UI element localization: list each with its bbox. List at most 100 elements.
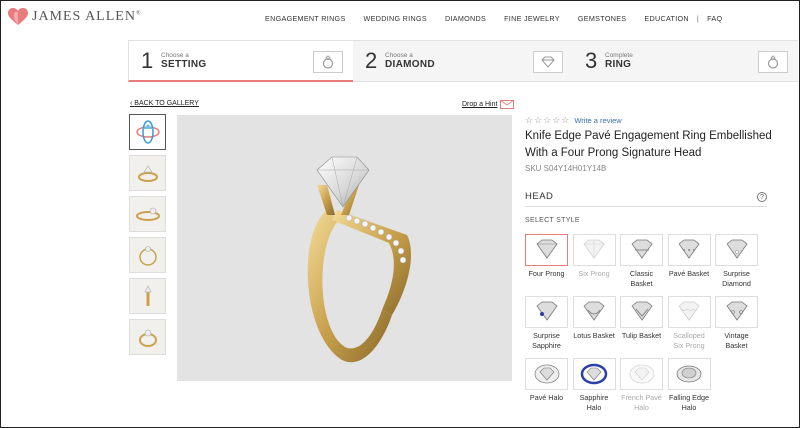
- step-main-label: SETTING: [161, 58, 207, 70]
- step-main-label: RING: [605, 59, 632, 70]
- head-section-title: HEAD: [525, 191, 554, 202]
- help-icon[interactable]: ?: [757, 192, 767, 202]
- head-option-pave-halo[interactable]: Pavé Halo: [525, 358, 568, 420]
- pave-halo-head-icon: [534, 364, 559, 384]
- option-label: Lotus Basket: [573, 331, 615, 340]
- surprise-diamond-head-icon: [725, 239, 748, 259]
- product-main-image[interactable]: [177, 115, 512, 381]
- head-option-falling-edge-halo[interactable]: Falling Edge Halo: [667, 358, 711, 420]
- back-to-gallery-label: BACK TO GALLERY: [134, 100, 199, 107]
- tulip-basket-head-icon: [630, 301, 653, 321]
- head-option-pave-basket[interactable]: Pavé Basket: [667, 234, 711, 296]
- option-label: Surprise Sapphire: [532, 331, 561, 350]
- scalloped-six-prong-head-icon: [678, 301, 700, 321]
- nav-wedding-rings[interactable]: WEDDING RINGS: [364, 14, 427, 23]
- option-label: Falling Edge Halo: [669, 393, 709, 412]
- falling-edge-halo-head-icon: [676, 365, 702, 383]
- heart-logo-icon: [8, 8, 28, 25]
- sapphire-halo-head-icon: [580, 363, 608, 385]
- step-number: 3: [585, 48, 598, 73]
- option-label: Surprise Diamond: [722, 269, 751, 288]
- step-sub-label: Choose a: [385, 52, 413, 59]
- divider: [525, 206, 767, 207]
- option-label: Pavé Basket: [668, 269, 710, 278]
- select-style-label: SELECT STYLE: [525, 217, 580, 224]
- nav-engagement-rings[interactable]: ENGAGEMENT RINGS: [265, 14, 346, 23]
- ring-icon: [758, 51, 788, 73]
- nav-diamonds[interactable]: DIAMONDS: [445, 14, 486, 23]
- star-rating: ☆☆☆☆☆: [525, 115, 571, 125]
- nav-separator: |: [696, 14, 700, 23]
- main-nav: ENGAGEMENT RINGS WEDDING RINGS DIAMONDS …: [265, 14, 740, 23]
- classic-basket-head-icon: [630, 239, 653, 259]
- six-prong-head-icon: [583, 239, 605, 259]
- product-title: Knife Edge Pavé Engagement Ring Embellis…: [525, 130, 772, 159]
- head-option-four-prong[interactable]: Four Prong: [525, 234, 568, 296]
- rating-row: ☆☆☆☆☆ Write a review: [525, 115, 622, 126]
- surprise-sapphire-head-icon: [535, 301, 558, 321]
- head-option-surprise-diamond[interactable]: Surprise Diamond: [715, 234, 758, 296]
- step-sub-label: Choose a: [161, 51, 189, 59]
- ring-product-illustration: [307, 156, 412, 363]
- nav-fine-jewelry[interactable]: FINE JEWELRY: [504, 14, 560, 23]
- step-diamond[interactable]: 2 Choose a DIAMOND: [353, 40, 573, 82]
- 360-view-icon: [135, 120, 160, 144]
- thumbnail-side-view[interactable]: [129, 196, 166, 232]
- ring-front-icon: [137, 165, 158, 182]
- thumbnail-360-view[interactable]: [129, 114, 166, 150]
- head-option-classic-basket[interactable]: Classic Basket: [620, 234, 663, 296]
- head-style-grid: Four Prong Six Prong Classic Basket Pavé…: [525, 234, 770, 420]
- drop-a-hint-link[interactable]: Drop a Hint: [462, 100, 515, 109]
- step-number: 1: [141, 47, 154, 73]
- thumbnail-profile-view[interactable]: [129, 278, 166, 314]
- step-sub-label: Complete: [605, 52, 633, 59]
- head-option-lotus-basket[interactable]: Lotus Basket: [572, 296, 616, 358]
- step-complete-ring[interactable]: 3 Complete RING: [573, 40, 798, 82]
- thumbnail-front-view[interactable]: [129, 155, 166, 191]
- head-option-vintage-basket[interactable]: Vintage Basket: [715, 296, 758, 358]
- head-option-sapphire-halo[interactable]: Sapphire Halo: [572, 358, 616, 420]
- build-ring-steps: 1 Choose a SETTING 2 Choose a DIAMOND 3 …: [128, 40, 798, 82]
- thumbnail-strip: [129, 114, 166, 360]
- envelope-heart-icon: [500, 100, 515, 109]
- step-setting[interactable]: 1 Choose a SETTING: [128, 40, 353, 82]
- brand-name: JAMES ALLEN®: [32, 9, 142, 24]
- thumbnail-top-view[interactable]: [129, 237, 166, 273]
- site-header: JAMES ALLEN® ENGAGEMENT RINGS WEDDING RI…: [0, 0, 800, 38]
- head-option-six-prong[interactable]: Six Prong: [572, 234, 616, 296]
- head-option-surprise-sapphire[interactable]: Surprise Sapphire: [525, 296, 568, 358]
- step-number: 2: [365, 48, 378, 73]
- option-label: Tulip Basket: [621, 331, 662, 340]
- nav-faq[interactable]: FAQ: [707, 14, 722, 23]
- nav-gemstones[interactable]: GEMSTONES: [578, 14, 627, 23]
- back-to-gallery-link[interactable]: ‹ BACK TO GALLERY: [130, 100, 199, 107]
- nav-education[interactable]: EDUCATION: [644, 14, 689, 23]
- lotus-basket-head-icon: [583, 301, 605, 321]
- option-label: Four Prong: [528, 269, 565, 278]
- ring-profile-icon: [144, 285, 151, 306]
- write-review-link[interactable]: Write a review: [574, 116, 621, 125]
- head-option-tulip-basket[interactable]: Tulip Basket: [620, 296, 663, 358]
- ring-top-icon: [138, 246, 157, 266]
- ring-icon: [313, 51, 343, 73]
- option-label: Pavé Halo: [529, 393, 564, 402]
- head-option-scalloped-six-prong[interactable]: Scalloped Six Prong: [667, 296, 711, 358]
- four-prong-head-icon: [535, 239, 558, 259]
- diamond-icon: [533, 51, 563, 73]
- vintage-basket-head-icon: [725, 301, 748, 321]
- option-label: French Pavé Halo: [621, 393, 662, 412]
- option-label: Six Prong: [578, 269, 610, 278]
- thumbnail-hand-view[interactable]: [129, 319, 166, 355]
- head-option-french-pave-halo[interactable]: French Pavé Halo: [620, 358, 663, 420]
- french-pave-halo-head-icon: [629, 364, 654, 384]
- pave-basket-head-icon: [678, 239, 700, 259]
- brand-logo[interactable]: JAMES ALLEN®: [8, 8, 142, 26]
- option-label: Sapphire Halo: [579, 393, 609, 412]
- step-main-label: DIAMOND: [385, 59, 435, 70]
- option-label: Classic Basket: [629, 269, 654, 288]
- option-label: Scalloped Six Prong: [673, 331, 705, 350]
- ring-hand-icon: [138, 329, 157, 347]
- product-sku: SKU S04Y14H01Y14B: [525, 164, 607, 173]
- ring-side-icon: [135, 207, 160, 221]
- drop-a-hint-label: Drop a Hint: [462, 101, 498, 108]
